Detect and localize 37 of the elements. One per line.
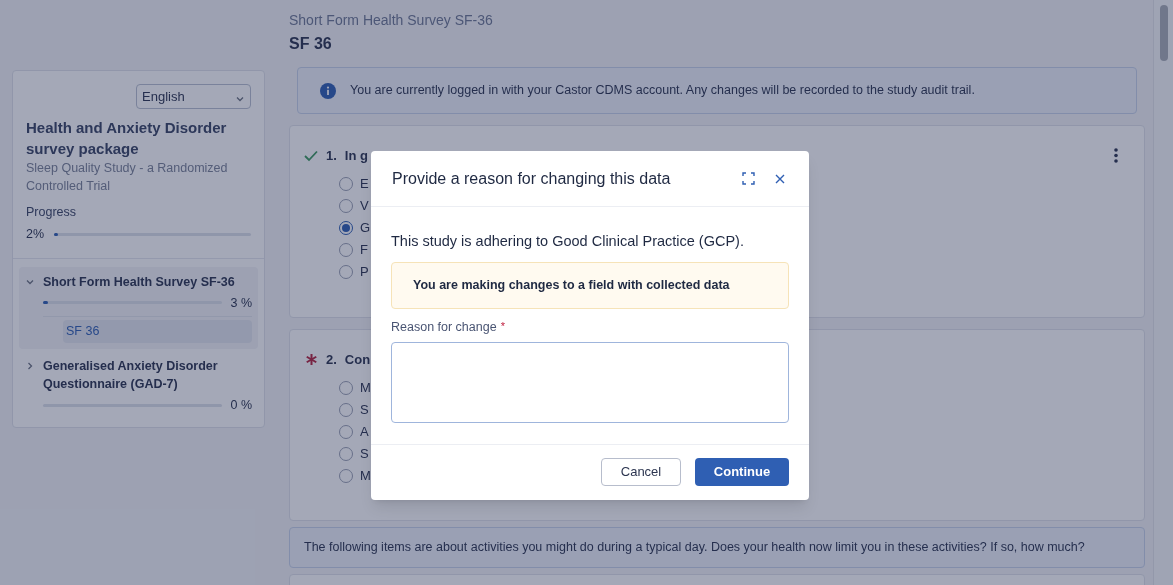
progress-value: 2% xyxy=(26,225,45,243)
study-name: Sleep Quality Study - a Randomized Controlled Trial xyxy=(26,160,229,195)
option-label[interactable]: M xyxy=(360,465,371,486)
option-label[interactable]: P xyxy=(360,261,369,282)
survey-section[interactable]: Short Form Health Survey SF-36 3 % SF 36 xyxy=(19,266,258,350)
option-label[interactable]: S xyxy=(360,399,369,420)
form-subtitle: Short Form Health Survey SF-36 xyxy=(289,11,494,30)
continue-button[interactable]: Continue xyxy=(695,458,789,486)
section-title[interactable]: Short Form Health Survey SF-36 xyxy=(43,272,252,291)
instruction-text: The following items are about activities you might do during a typical day. Does your health now limit you in these activities? If so, how much? xyxy=(304,539,1085,557)
question-text: Con xyxy=(344,351,371,369)
option-label[interactable]: A xyxy=(360,421,369,442)
option-label[interactable]: G xyxy=(360,217,371,238)
progress-label: Progress xyxy=(26,204,78,221)
form-title: SF 36 xyxy=(289,34,333,54)
option-label[interactable]: M xyxy=(360,377,371,398)
question-number: 1. xyxy=(326,147,337,165)
warning-text: You are making changes to a field with collected data xyxy=(413,276,730,294)
option-label[interactable]: S xyxy=(360,443,369,464)
package-title: Health and Anxiety Disorder survey package xyxy=(26,118,228,159)
section-title[interactable]: Generalised Anxiety Disorder Questionnaire (GAD-7) xyxy=(43,357,252,394)
section-percent: 3 % xyxy=(230,294,252,312)
option-label[interactable]: F xyxy=(360,239,368,260)
info-text: You are currently logged in with your Castor CDMS account. Any changes will be recorded to the study audit trail. xyxy=(350,82,975,100)
required-mark: * xyxy=(500,318,505,334)
section-percent: 0 % xyxy=(230,397,252,415)
language-select[interactable]: English xyxy=(136,84,251,109)
subsection-item[interactable]: SF 36 xyxy=(63,320,252,344)
field-label: Reason for change xyxy=(391,318,497,336)
question-number: 2. xyxy=(326,351,337,369)
option-label[interactable]: E xyxy=(360,173,369,194)
option-label[interactable]: V xyxy=(360,195,369,216)
dialog-title: Provide a reason for changing this data xyxy=(392,168,672,189)
cancel-button[interactable]: Cancel xyxy=(601,458,681,486)
dialog-message: This study is adhering to Good Clinical Practice (GCP). xyxy=(391,232,745,251)
question-text: In g xyxy=(344,147,368,165)
survey-section[interactable]: Generalised Anxiety Disorder Questionnaire (GAD-7) 0 % xyxy=(19,353,258,419)
